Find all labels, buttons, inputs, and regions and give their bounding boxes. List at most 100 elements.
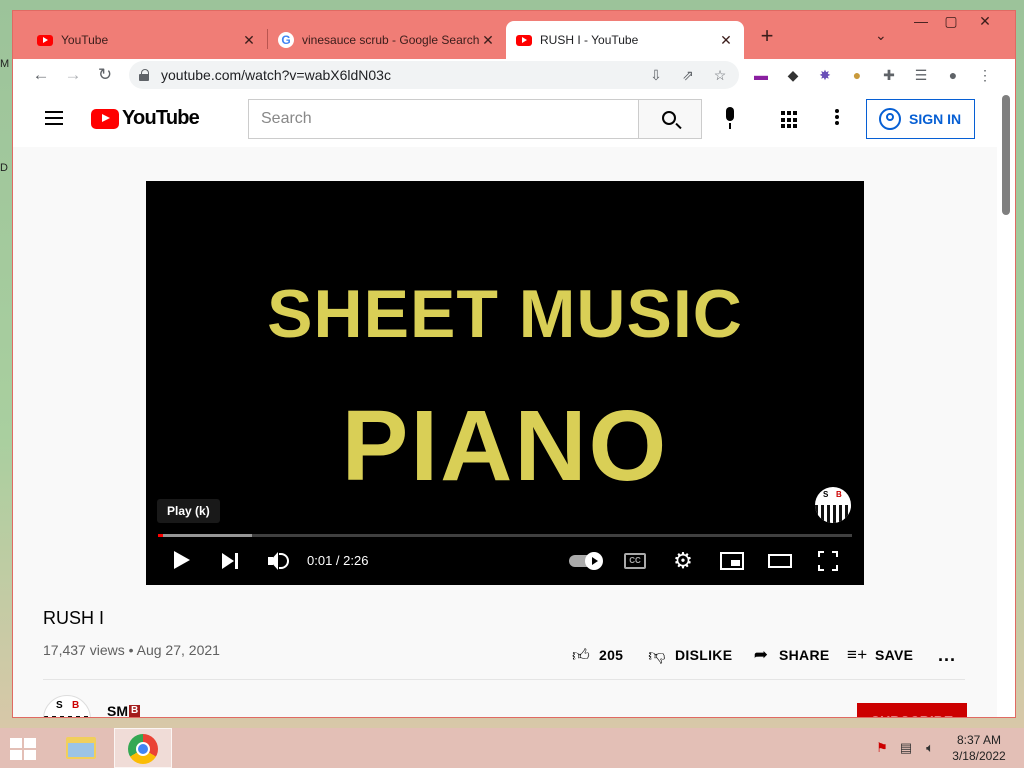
tab-google-search[interactable]: G vinesauce scrub - Google Search ✕ <box>268 21 506 59</box>
microphone-icon[interactable] <box>723 107 737 131</box>
dislike-button[interactable]: 👎︎ DISLIKE <box>647 643 732 667</box>
minimize-icon[interactable]: — <box>907 13 935 33</box>
taskbar: ⚑ ▤ 🔈︎ 8:37 AM 3/18/2022 <box>0 728 1024 768</box>
more-actions-icon[interactable]: ... <box>938 645 956 666</box>
youtube-logo[interactable]: YouTube <box>91 107 200 130</box>
share-label: SHARE <box>779 647 830 663</box>
extension-flag-icon[interactable]: ▬ <box>751 65 771 85</box>
like-button[interactable]: 👍︎ 205 <box>571 643 623 667</box>
play-icon[interactable] <box>174 551 190 569</box>
piano-keys-icon <box>815 505 851 523</box>
page-scrollbar[interactable] <box>997 91 1015 717</box>
dislike-label: DISLIKE <box>675 647 733 663</box>
youtube-favicon-icon <box>516 32 532 48</box>
channel-avatar[interactable]: S B <box>43 695 91 717</box>
played-bar <box>158 534 163 537</box>
window-close-icon[interactable]: ✕ <box>971 13 999 33</box>
divider <box>43 679 965 680</box>
youtube-page: YouTube Search SIGN IN SHEET MUSIC PIANO… <box>13 91 997 717</box>
browser-window: YouTube ✕ G vinesauce scrub - Google Sea… <box>12 10 1016 718</box>
clock-time: 8:37 AM <box>956 733 1002 747</box>
youtube-play-icon <box>91 108 119 129</box>
bookmark-star-icon[interactable]: ☆ <box>711 66 729 84</box>
thumbs-down-icon: 👎︎ <box>648 645 666 665</box>
subscribe-button[interactable]: SUBSCRIBE <box>857 703 967 717</box>
system-clock[interactable]: 8:37 AM 3/18/2022 <box>944 732 1014 764</box>
tab-strip: YouTube ✕ G vinesauce scrub - Google Sea… <box>13 11 1015 59</box>
sign-in-button[interactable]: SIGN IN <box>866 99 975 139</box>
media-control-icon[interactable]: ☰ <box>911 65 931 85</box>
install-app-icon[interactable]: ⇩ <box>647 66 665 84</box>
hamburger-menu-icon[interactable] <box>45 111 63 125</box>
play-tooltip: Play (k) <box>157 499 220 523</box>
settings-gear-icon[interactable]: ⚙ <box>672 550 694 572</box>
tab-search-chevron-icon[interactable]: ⌄ <box>875 27 887 44</box>
time-display: 0:01 / 2:26 <box>307 553 369 568</box>
action-center-flag-icon[interactable]: ⚑ <box>874 740 890 756</box>
google-favicon-icon: G <box>278 32 294 48</box>
buffered-bar <box>158 534 252 537</box>
forward-arrow-icon[interactable]: → <box>61 63 85 87</box>
extensions-puzzle-icon[interactable]: ✚ <box>879 65 899 85</box>
extension-doge-icon[interactable]: ● <box>847 65 867 85</box>
miniplayer-icon[interactable] <box>720 552 744 570</box>
avatar-letter-b: B <box>72 700 80 711</box>
next-video-icon[interactable] <box>222 553 240 569</box>
share-button[interactable]: ➦ SHARE <box>751 643 830 667</box>
save-label: SAVE <box>875 647 914 663</box>
windows-start-icon[interactable] <box>10 738 38 760</box>
extension-hat-icon[interactable]: ◆ <box>783 65 803 85</box>
settings-kebab-icon[interactable] <box>833 109 841 129</box>
tab-youtube-home[interactable]: YouTube ✕ <box>27 21 267 59</box>
tab-rush-youtube[interactable]: RUSH I - YouTube ✕ <box>506 21 744 59</box>
video-player[interactable]: SHEET MUSIC PIANO Play (k) S B 0:01 / 2:… <box>146 181 864 585</box>
channel-name-badge: B <box>129 705 141 717</box>
browser-toolbar: ← → ↻ youtube.com/watch?v=wabX6ldN03c ⇩ … <box>13 59 1015 91</box>
fullscreen-icon[interactable] <box>818 551 838 571</box>
file-explorer-button[interactable] <box>52 728 110 768</box>
scrollbar-thumb[interactable] <box>1002 95 1010 215</box>
reload-icon[interactable]: ↻ <box>93 63 117 87</box>
progress-bar[interactable] <box>158 534 852 537</box>
network-icon[interactable]: ▤ <box>898 740 914 756</box>
search-button[interactable] <box>638 99 702 139</box>
captions-icon[interactable]: CC <box>624 553 646 569</box>
youtube-masthead: YouTube Search SIGN IN <box>13 91 997 147</box>
channel-name[interactable]: SM B <box>107 703 141 717</box>
like-count: 205 <box>599 647 624 663</box>
video-meta: 17,437 views • Aug 27, 2021 <box>43 642 220 658</box>
search-icon <box>662 111 676 125</box>
desktop-icon-label: M <box>0 58 10 70</box>
watermark-letter-s: S <box>823 490 829 499</box>
back-arrow-icon[interactable]: ← <box>29 63 53 87</box>
share-page-icon[interactable]: ⇗ <box>679 66 697 84</box>
theater-mode-icon[interactable] <box>768 554 792 568</box>
youtube-logo-text: YouTube <box>122 107 200 129</box>
tab-close-icon[interactable]: ✕ <box>241 32 257 49</box>
thumbnail-text-line1: SHEET MUSIC <box>267 276 743 352</box>
channel-watermark[interactable]: S B <box>815 487 851 523</box>
folder-icon <box>66 737 96 759</box>
address-bar[interactable]: youtube.com/watch?v=wabX6ldN03c ⇩ ⇗ ☆ <box>129 61 739 89</box>
maximize-icon[interactable]: ▢ <box>937 13 965 33</box>
autoplay-toggle[interactable] <box>569 552 603 570</box>
channel-name-text: SM <box>107 703 128 717</box>
chrome-icon <box>128 734 158 764</box>
tab-close-icon[interactable]: ✕ <box>480 32 496 49</box>
profile-avatar-icon[interactable]: ● <box>943 65 963 85</box>
share-arrow-icon: ➦ <box>753 645 769 664</box>
chrome-taskbar-button[interactable] <box>114 728 172 768</box>
apps-grid-icon[interactable] <box>781 111 799 129</box>
tab-title: YouTube <box>61 33 109 47</box>
search-input[interactable]: Search <box>248 99 639 139</box>
tab-close-icon[interactable]: ✕ <box>718 32 734 49</box>
save-button[interactable]: ≡+ SAVE <box>847 643 913 667</box>
video-title: RUSH I <box>43 608 105 628</box>
browser-menu-icon[interactable]: ⋮ <box>975 65 995 85</box>
new-tab-button[interactable]: + <box>755 25 779 49</box>
tab-title: vinesauce scrub - Google Search <box>302 33 480 47</box>
desktop-icon-label: D <box>0 162 8 174</box>
url-text[interactable]: youtube.com/watch?v=wabX6ldN03c <box>161 67 391 83</box>
extension-bug-icon[interactable]: ✸ <box>815 65 835 85</box>
volume-muted-icon[interactable]: 🔈︎ <box>922 740 938 756</box>
